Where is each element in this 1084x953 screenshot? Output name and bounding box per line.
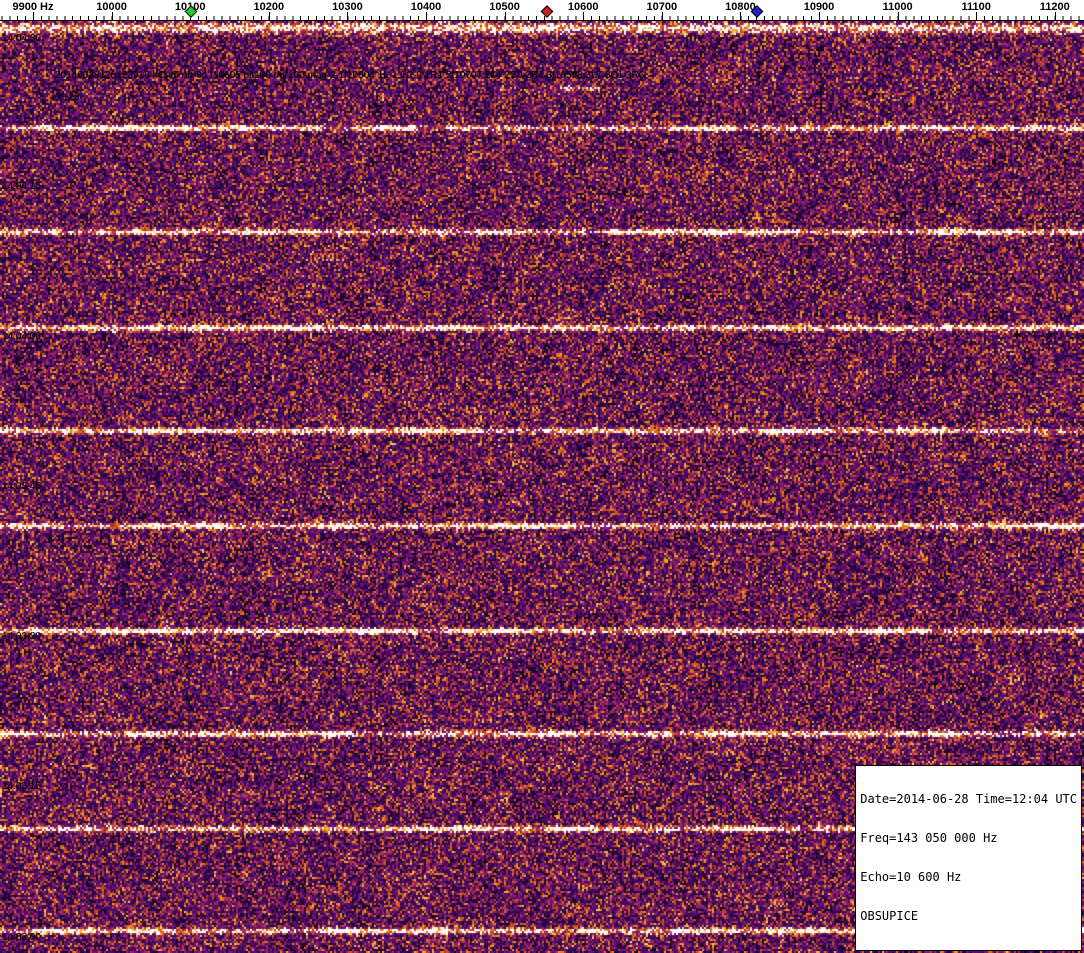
ruler-tick-label: 10900 — [803, 1, 835, 13]
info-line-date: Date=2014-06-28 Time=12:04 UTC — [860, 792, 1077, 806]
ruler-major-tick — [33, 12, 34, 20]
info-box: Date=2014-06-28 Time=12:04 UTC Freq=143 … — [855, 765, 1082, 951]
ruler-major-tick — [268, 12, 270, 20]
ruler-major-tick — [426, 12, 427, 20]
time-label: 14:04:15 — [2, 181, 41, 192]
time-label: 14:03:30 — [2, 631, 41, 642]
time-label: 14:03:15 — [2, 781, 41, 792]
ruler-major-tick — [661, 12, 663, 20]
detection-annotation: 20140628120423916 hCnt5 nb-84 f10605 hit… — [55, 70, 645, 81]
spectrogram-window: 9900 Hz100001010010200103001040010500106… — [0, 0, 1084, 953]
ruler-tick-label: 11000 — [882, 1, 913, 13]
time-label: 14:03:00 — [2, 932, 41, 943]
time-label: 14:04:30 — [2, 33, 41, 44]
ruler-major-tick — [897, 12, 899, 20]
ruler-tick-label: 11100 — [961, 1, 991, 13]
ruler-minor-ticks — [0, 16, 1084, 20]
time-label: 14:04:00 — [2, 331, 41, 342]
detection-annotation: ^t+23 — [55, 92, 80, 103]
ruler-major-tick — [976, 12, 978, 20]
ruler-major-tick — [111, 12, 113, 20]
ruler-tick-label: 9900 Hz — [12, 1, 54, 13]
ruler-major-tick — [347, 12, 349, 20]
ruler-tick-label: 10500 — [489, 1, 520, 13]
time-label: 14:03:45 — [2, 481, 41, 492]
frequency-ruler[interactable]: 9900 Hz100001010010200103001040010500106… — [0, 0, 1084, 21]
ruler-tick-label: 10200 — [253, 1, 285, 13]
ruler-tick-label: 10400 — [410, 1, 442, 13]
ruler-tick-label: 10300 — [332, 1, 363, 13]
waterfall-area[interactable]: -100 dB -50 0 Date=2014-06-28 Time=12:04… — [0, 21, 1084, 953]
info-line-echo: Echo=10 600 Hz — [860, 870, 962, 884]
ruler-major-tick — [819, 12, 820, 20]
ruler-major-tick — [740, 12, 742, 20]
ruler-tick-label: 10000 — [96, 1, 127, 13]
ruler-major-tick — [504, 12, 506, 20]
ruler-tick-label: 10700 — [646, 1, 678, 13]
info-line-station: OBSUPICE — [860, 909, 919, 923]
ruler-tick-label: 11200 — [1039, 1, 1070, 13]
info-line-freq: Freq=143 050 000 Hz — [860, 831, 998, 845]
ruler-tick-label: 10600 — [567, 1, 599, 13]
ruler-major-tick — [583, 12, 585, 20]
ruler-major-tick — [1054, 12, 1056, 20]
